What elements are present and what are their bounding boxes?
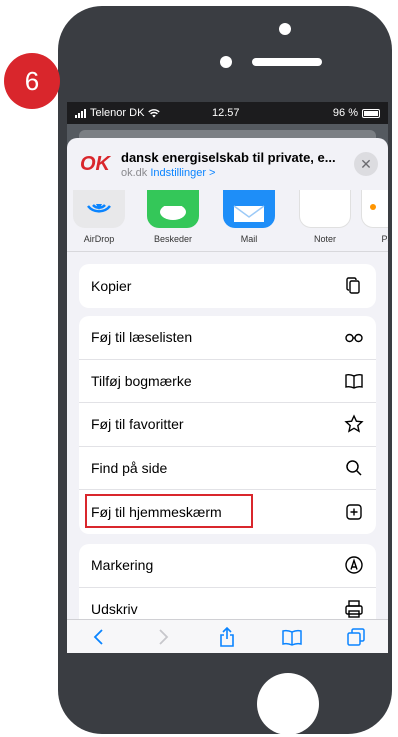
share-icon (220, 626, 235, 647)
action-label: Føj til favoritter (91, 416, 184, 433)
close-icon: ✕ (360, 155, 372, 172)
forward-button[interactable] (150, 624, 176, 650)
app-messages[interactable]: Beskeder (143, 190, 203, 244)
carrier-info: Telenor DK (75, 107, 161, 119)
actions-group-main: Føj til læselisten Tilføj bogmærke Føj t… (79, 316, 376, 534)
action-label: Kopier (91, 277, 132, 294)
glasses-icon (345, 334, 363, 343)
action-label: Tilføj bogmærke (91, 372, 192, 389)
action-add-bookmark[interactable]: Tilføj bogmærke (79, 360, 376, 403)
camera-dot (220, 56, 232, 68)
book-icon (281, 629, 302, 646)
star-icon (344, 414, 364, 433)
action-copy[interactable]: Kopier (79, 264, 376, 308)
copy-icon (346, 277, 360, 294)
app-reminders[interactable]: På (357, 190, 388, 244)
action-find-on-page[interactable]: Find på side (79, 447, 376, 490)
site-title: dansk energiselskab til private, e... (121, 149, 336, 165)
share-apps-row: AirDrop Beskeder Mail Noter På (67, 190, 388, 252)
safari-toolbar (67, 619, 388, 653)
site-subtitle: ok.dk Indstillinger > (121, 167, 348, 179)
site-domain: ok.dk (121, 166, 148, 179)
action-label: Markering (91, 557, 154, 574)
print-icon (345, 600, 363, 618)
search-icon (346, 460, 362, 476)
phone-screen: Telenor DK 12.57 96 % OK dansk energisel… (67, 102, 388, 653)
ok-logo-icon: OK (80, 152, 110, 175)
app-mail[interactable]: Mail (219, 190, 279, 244)
action-markup[interactable]: Markering (79, 544, 376, 588)
action-label: Føj til læselisten (91, 329, 193, 346)
status-bar: Telenor DK 12.57 96 % (67, 102, 388, 124)
tabs-icon (347, 627, 365, 646)
actions-group-copy: Kopier (79, 264, 376, 308)
action-add-home-screen[interactable]: Føj til hjemmeskærm (79, 490, 376, 534)
step-badge: 6 (4, 53, 60, 109)
share-button[interactable] (214, 624, 240, 650)
signal-icon (75, 108, 86, 118)
reminders-icon (361, 190, 388, 228)
settings-link[interactable]: Indstillinger > (150, 167, 215, 179)
notes-icon (299, 190, 351, 228)
wifi-icon (148, 109, 161, 118)
bookmarks-button[interactable] (279, 624, 305, 650)
chevron-left-icon (93, 628, 103, 645)
action-add-favorites[interactable]: Føj til favoritter (79, 403, 376, 447)
earpiece-speaker (252, 58, 322, 66)
action-label: Udskriv (91, 601, 138, 618)
airdrop-icon (73, 190, 125, 228)
actions-group-other: Markering Udskriv (79, 544, 376, 631)
close-button[interactable]: ✕ (354, 152, 378, 176)
carrier-name: Telenor DK (90, 107, 145, 119)
markup-icon (345, 556, 363, 574)
battery-percent: 96 % (332, 107, 358, 119)
book-icon (345, 373, 363, 389)
site-info: dansk energiselskab til private, e... ok… (121, 150, 348, 179)
back-button[interactable] (86, 624, 112, 650)
action-add-reading-list[interactable]: Føj til læselisten (79, 316, 376, 360)
status-time: 12.57 (212, 107, 240, 119)
battery-indicator: 96 % (333, 107, 380, 119)
action-label: Føj til hjemmeskærm (91, 503, 222, 520)
front-camera (279, 23, 291, 35)
messages-icon (147, 190, 199, 228)
app-airdrop[interactable]: AirDrop (69, 190, 129, 244)
chevron-right-icon (159, 628, 169, 645)
app-notes[interactable]: Noter (295, 190, 355, 244)
action-label: Find på side (91, 459, 168, 476)
home-button[interactable] (257, 673, 319, 735)
add-square-icon (346, 504, 362, 520)
share-sheet-header: OK dansk energiselskab til private, e...… (67, 138, 388, 190)
tabs-button[interactable] (343, 624, 369, 650)
mail-icon (223, 190, 275, 228)
battery-icon (362, 108, 380, 118)
